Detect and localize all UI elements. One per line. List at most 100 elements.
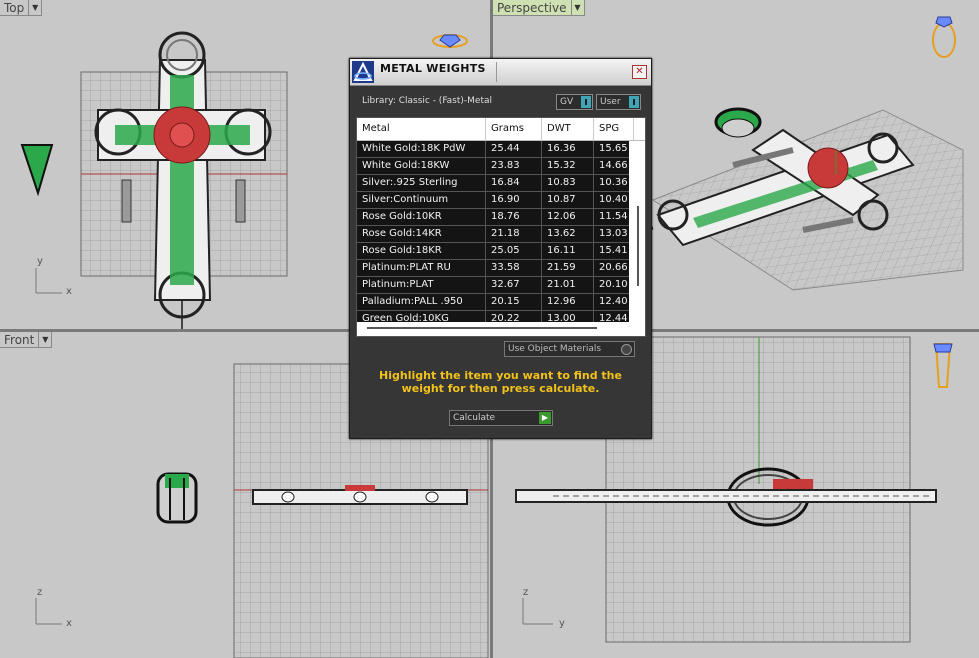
scroll-thumb[interactable] [637,206,639,286]
cell-metal: White Gold:18K PdW [357,141,486,157]
dialog-titlebar[interactable]: METAL WEIGHTS ✕ [350,59,651,86]
gv-toggle[interactable]: GV [556,94,593,110]
gem-icon [432,34,468,48]
column-dwt[interactable]: DWT [542,118,594,140]
calculate-label: Calculate [453,413,496,423]
cell-dwt: 16.11 [542,243,594,259]
cell-spg: 15.41 [599,245,628,256]
close-button[interactable]: ✕ [632,65,647,79]
table-row[interactable]: Silver:Continuum 16.90 10.87 10.40 [357,192,629,209]
cell-dwt: 12.96 [542,294,594,310]
gem-ring-icon [932,16,956,58]
app-logo-icon [352,61,374,83]
chevron-down-icon[interactable]: ▼ [39,332,53,348]
right-axis-gizmo [522,598,553,625]
table-row[interactable]: Rose Gold:14KR 21.18 13.62 13.03 [357,226,629,243]
user-toggle[interactable]: User [596,94,641,110]
cell-spg: 20.10 [599,279,628,290]
ring-front [156,472,198,524]
cell-metal: Palladium:PALL .950 [357,294,486,310]
column-grams[interactable]: Grams [486,118,542,140]
cell-metal: Rose Gold:18KR [357,243,486,259]
viewport-perspective-label[interactable]: Perspective ▼ [493,0,585,16]
ring-perspective [714,107,762,138]
table-row[interactable]: White Gold:18KW 23.83 15.32 14.66 [357,158,629,175]
top-axis-gizmo [35,268,62,294]
cell-spg: 15.65 [599,143,628,154]
table-row[interactable]: Platinum:PLAT 32.67 21.01 20.10 [357,277,629,294]
cell-spg: 12.40 [599,296,628,307]
cell-spg: 10.36 [599,177,628,188]
cell-metal: Silver:Continuum [357,192,486,208]
table-row[interactable]: Palladium:PALL .950 20.15 12.96 12.40 [357,294,629,311]
cell-metal: Rose Gold:14KR [357,226,486,242]
cell-spg: 11.54 [599,211,628,222]
calculate-button[interactable]: Calculate ▶ [449,410,553,426]
viewport-top-label[interactable]: Top ▼ [0,0,43,16]
cell-grams: 20.15 [486,294,542,310]
cell-metal: White Gold:18KW [357,158,486,174]
cell-grams: 21.18 [486,226,542,242]
cell-dwt: 10.83 [542,175,594,191]
radio-icon[interactable] [621,344,632,355]
cell-grams: 25.05 [486,243,542,259]
viewport-front-label[interactable]: Front ▼ [0,332,53,348]
use-object-materials-option[interactable]: Use Object Materials [504,341,635,357]
user-toggle-label: User [600,97,621,107]
table-row[interactable]: Rose Gold:10KR 18.76 12.06 11.54 [357,209,629,226]
scroll-thumb[interactable] [367,327,597,329]
column-spg[interactable]: SPG [594,118,634,140]
table-row[interactable]: Platinum:PLAT RU 33.58 21.59 20.66 [357,260,629,277]
toggle-knob-icon [581,96,591,108]
instruction-text: Highlight the item you want to find the … [379,369,622,395]
cell-dwt: 16.36 [542,141,594,157]
right-axis-z-label: z [523,587,529,598]
viewport-perspective-name[interactable]: Perspective [493,0,572,16]
play-arrow-icon[interactable]: ▶ [539,412,551,424]
cell-spg: 14.66 [599,160,628,171]
cell-grams: 25.44 [486,141,542,157]
column-metal[interactable]: Metal [357,118,486,140]
dialog-title: METAL WEIGHTS [380,62,486,75]
cell-dwt: 21.59 [542,260,594,276]
cell-dwt: 12.06 [542,209,594,225]
viewport-front-name[interactable]: Front [0,332,40,348]
table-body: White Gold:18K PdW 25.44 16.36 15.65 Whi… [357,141,629,328]
cell-metal: Platinum:PLAT [357,277,486,293]
cell-grams: 33.58 [486,260,542,276]
chevron-down-icon[interactable]: ▼ [571,0,585,16]
front-axis-gizmo [35,598,62,625]
table-row[interactable]: Silver:.925 Sterling 16.84 10.83 10.36 [357,175,629,192]
table-vertical-scrollbar[interactable] [633,141,644,331]
chevron-down-icon[interactable]: ▼ [29,0,43,16]
cell-metal: Rose Gold:10KR [357,209,486,225]
viewport-top-name[interactable]: Top [0,0,30,16]
cell-spg: 13.03 [599,228,628,239]
title-separator [496,62,497,82]
cell-metal: Platinum:PLAT RU [357,260,486,276]
table-horizontal-scrollbar[interactable] [357,322,629,334]
cell-dwt: 13.62 [542,226,594,242]
toggle-knob-icon [629,96,639,108]
table-header: Metal Grams DWT SPG [357,118,645,141]
cell-dwt: 10.87 [542,192,594,208]
gv-toggle-label: GV [560,97,574,107]
table-row[interactable]: Rose Gold:18KR 25.05 16.11 15.41 [357,243,629,260]
cell-dwt: 15.32 [542,158,594,174]
cell-dwt: 21.01 [542,277,594,293]
ring-top-thumb [20,144,54,197]
cell-metal: Silver:.925 Sterling [357,175,486,191]
cell-grams: 16.90 [486,192,542,208]
cell-grams: 23.83 [486,158,542,174]
gem-drop-icon [933,343,953,388]
cell-spg: 20.66 [599,262,628,273]
front-axis-x-label: x [66,618,72,629]
cell-grams: 16.84 [486,175,542,191]
cell-grams: 32.67 [486,277,542,293]
cell-spg: 10.40 [599,194,628,205]
metal-table[interactable]: Metal Grams DWT SPG White Gold:18K PdW 2… [356,117,646,337]
right-axis-y-label: y [559,618,565,629]
cell-grams: 18.76 [486,209,542,225]
use-object-materials-label: Use Object Materials [508,344,602,354]
table-row[interactable]: White Gold:18K PdW 25.44 16.36 15.65 [357,141,629,158]
